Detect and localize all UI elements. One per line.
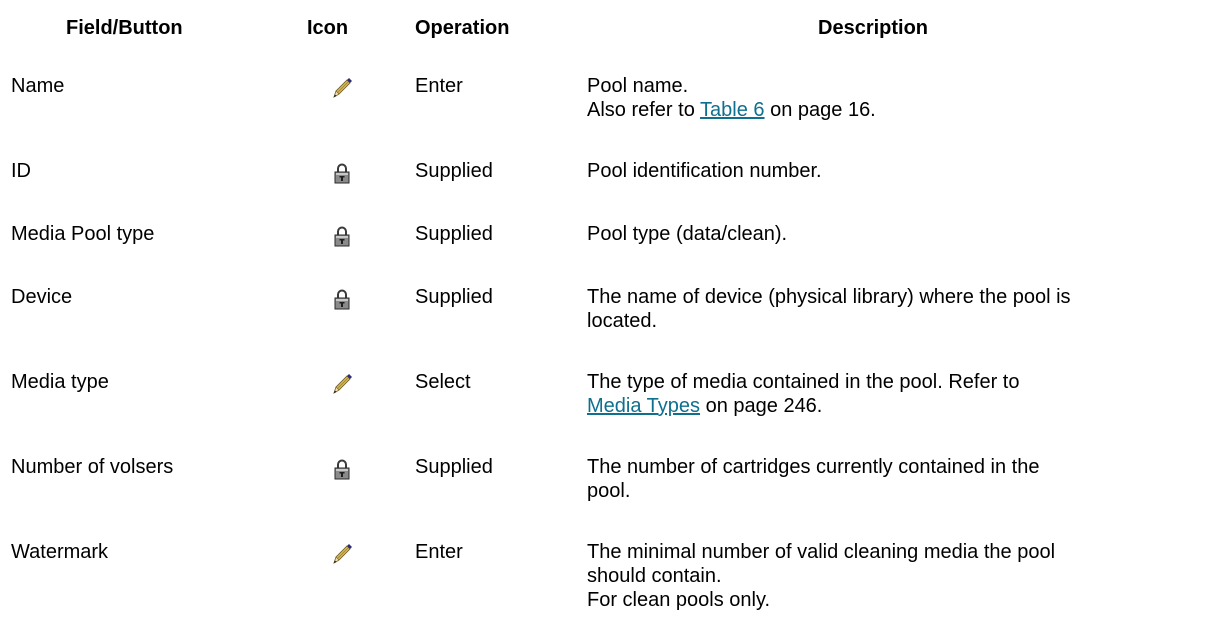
description-line: The name of device (physical library) wh… — [587, 286, 1071, 308]
description-text: on page 246. — [700, 395, 823, 417]
description-line: For clean pools only. — [587, 589, 771, 611]
field-name: Name — [11, 75, 65, 97]
field-name: Watermark — [11, 541, 109, 563]
header-field-button: Field/Button — [66, 17, 183, 39]
description-line: The number of cartridges currently conta… — [587, 456, 1040, 478]
pencil-icon — [330, 372, 354, 396]
description-text: on page 16. — [764, 99, 876, 121]
operation-value: Supplied — [415, 456, 493, 478]
operation-value: Enter — [415, 75, 463, 97]
header-icon: Icon — [307, 17, 349, 39]
pencil-icon — [330, 76, 354, 100]
operation-value: Supplied — [415, 223, 493, 245]
description-cell: Pool name. Also refer to Table 6 on page… — [587, 74, 1223, 122]
description-line: located. — [587, 310, 658, 332]
field-name: Media Pool type — [11, 223, 155, 245]
field-name: ID — [11, 160, 31, 182]
field-name: Device — [11, 286, 73, 308]
description-line: Pool name. — [587, 75, 689, 97]
lock-icon — [330, 161, 354, 185]
header-description: Description — [818, 17, 929, 39]
description-line: Pool type (data/clean). — [587, 223, 788, 245]
operation-value: Enter — [415, 541, 463, 563]
field-name: Number of volsers — [11, 456, 174, 478]
description-text: Also refer to — [587, 99, 701, 121]
description-line: Media Types on page 246. — [587, 394, 1223, 418]
description-line: The type of media contained in the pool.… — [587, 371, 1020, 393]
lock-icon — [330, 457, 354, 481]
description-line: Pool identification number. — [587, 160, 822, 182]
operation-value: Supplied — [415, 160, 493, 182]
description-line: pool. — [587, 480, 631, 502]
table-6-link[interactable]: Table 6 — [700, 99, 765, 121]
description-cell: The type of media contained in the pool.… — [587, 370, 1223, 418]
description-cell: The number of cartridges currently conta… — [587, 455, 1223, 503]
lock-icon — [330, 287, 354, 311]
pencil-icon — [330, 542, 354, 566]
description-line: The minimal number of valid cleaning med… — [587, 541, 1056, 563]
description-cell: Pool identification number. — [587, 159, 1223, 183]
description-cell: The minimal number of valid cleaning med… — [587, 540, 1223, 612]
operation-value: Select — [415, 371, 471, 393]
description-cell: The name of device (physical library) wh… — [587, 285, 1223, 333]
description-cell: Pool type (data/clean). — [587, 222, 1223, 246]
description-line: should contain. — [587, 565, 722, 587]
lock-icon — [330, 224, 354, 248]
media-types-link[interactable]: Media Types — [587, 395, 700, 417]
description-line: Also refer to Table 6 on page 16. — [587, 98, 1223, 122]
header-operation: Operation — [415, 17, 510, 39]
field-name: Media type — [11, 371, 109, 393]
operation-value: Supplied — [415, 286, 493, 308]
